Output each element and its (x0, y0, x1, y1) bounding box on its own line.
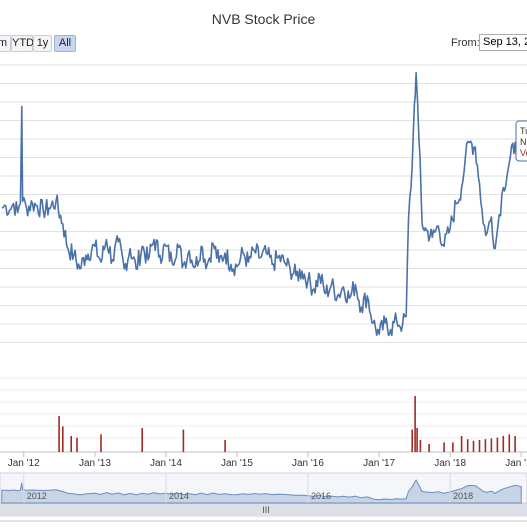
volume-bar (62, 426, 64, 452)
volume-bar (472, 440, 475, 452)
volume-bar (182, 429, 185, 452)
tooltip-line: N (520, 137, 527, 147)
x-tick-label: Jan '13 (79, 458, 111, 469)
volume-bar (490, 438, 493, 452)
volume-series (58, 396, 516, 452)
x-tick-label: Jan '18 (434, 458, 466, 469)
volume-bar (496, 437, 499, 452)
volume-bar (414, 396, 416, 452)
x-tick-label: Jan '17 (363, 458, 395, 469)
volume-bar (224, 440, 226, 452)
tooltip-line: Tu (520, 126, 527, 136)
navigator-tick-label: 2014 (169, 491, 189, 501)
tooltip-line: Vo (520, 148, 527, 158)
navigator-tick-label: 2012 (27, 491, 47, 501)
volume-bar (411, 429, 413, 452)
volume-bar (502, 436, 505, 452)
volume-bar (460, 436, 463, 452)
volume-bar (100, 434, 102, 452)
x-tick-label: Jan '14 (150, 458, 182, 469)
x-tick-label: Jan '19 (505, 458, 527, 469)
x-tick-label: Jan '16 (292, 458, 324, 469)
stock-chart: Jan '12 Jan '13 Jan '14 Jan '15 Jan '16 Jan '… (0, 64, 527, 522)
volume-bar (58, 416, 60, 452)
scrollbar-grip: III (262, 505, 270, 515)
x-tick-label: Jan '12 (8, 458, 40, 469)
x-tick-label: Jan '15 (221, 458, 253, 469)
volume-bar (416, 428, 418, 452)
volume-bar (428, 444, 430, 452)
volume-bar (419, 440, 422, 452)
navigator-tick-label: 2018 (453, 491, 473, 501)
volume-bar (466, 439, 469, 452)
volume-bar (76, 437, 78, 452)
volume-bar (141, 428, 143, 452)
volume-bar (484, 439, 487, 452)
price-series-line (1, 72, 522, 337)
volume-bar (478, 440, 481, 452)
navigator[interactable]: 2012 2014 2016 2018 (0, 472, 527, 504)
volume-bar (514, 436, 516, 452)
volume-bar (452, 442, 454, 452)
scrollbar[interactable]: III (0, 503, 527, 522)
volume-bar (70, 436, 72, 452)
navigator-tick-label: 2016 (311, 491, 331, 501)
volume-bar (443, 442, 445, 452)
grid-lines (0, 64, 527, 453)
x-axis: Jan '12 Jan '13 Jan '14 Jan '15 Jan '16 Jan '… (8, 452, 527, 469)
tooltip: TuNVo (515, 120, 527, 162)
volume-bar (508, 434, 511, 452)
